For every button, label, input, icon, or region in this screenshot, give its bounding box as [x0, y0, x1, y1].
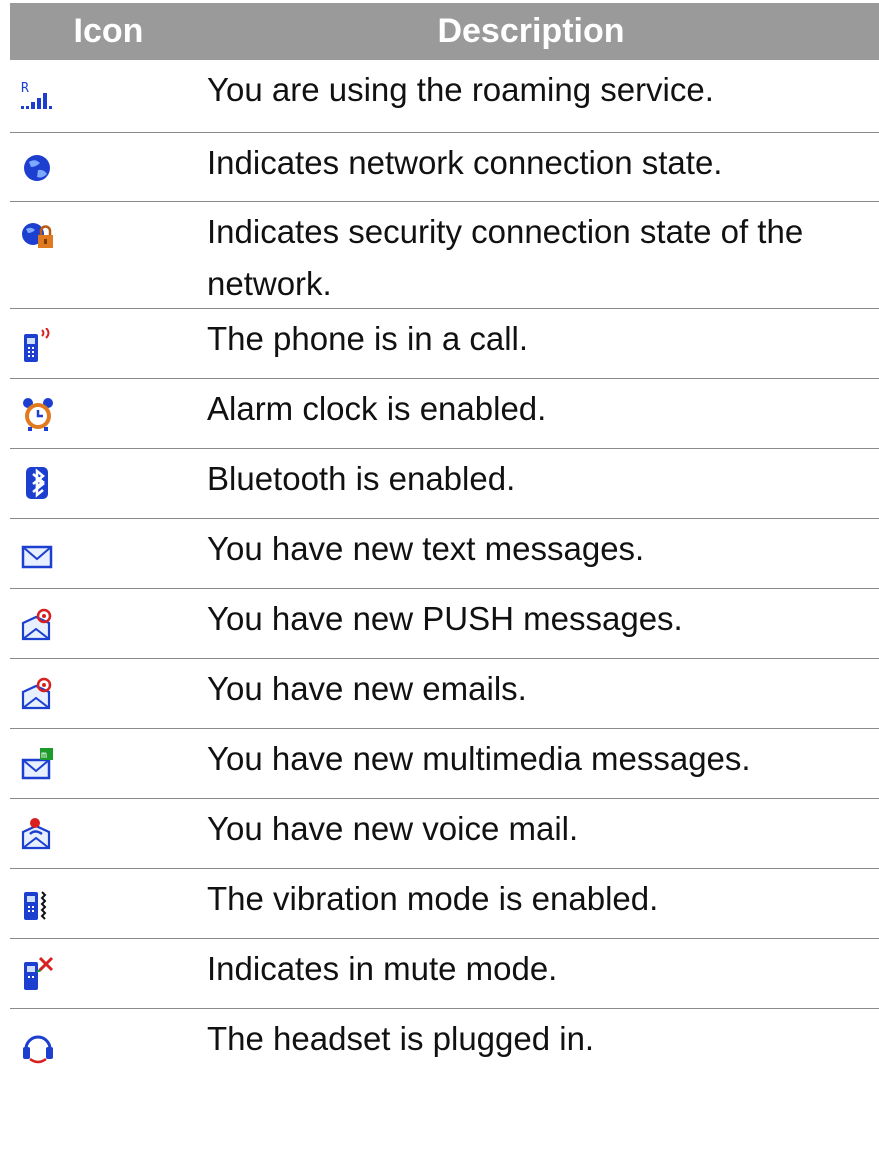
svg-text:m: m: [41, 750, 47, 761]
row-description: You have new multimedia messages.: [207, 740, 751, 777]
table-row: Indicates security connection state of t…: [10, 202, 879, 309]
table-row: The phone is in a call.: [10, 309, 879, 379]
table-row: The vibration mode is enabled.: [10, 869, 879, 939]
voice-mail-icon: [21, 818, 51, 850]
table-row: You have new emails.: [10, 659, 879, 729]
row-description: Indicates security connection state of t…: [207, 213, 804, 302]
mute-mode-icon: [24, 956, 54, 990]
row-description: The vibration mode is enabled.: [207, 880, 659, 917]
table-row: You have new text messages.: [10, 519, 879, 589]
secure-network-connection-icon: [22, 223, 53, 248]
table-row: The headset is plugged in.: [10, 1009, 879, 1079]
row-description: Indicates network connection state.: [207, 144, 723, 181]
header-description-column: Description: [437, 12, 625, 50]
table-row: m You have new multimedia messages.: [10, 729, 879, 799]
table-row: Bluetooth is enabled.: [10, 449, 879, 519]
bluetooth-icon: [26, 467, 48, 499]
header-icon-column: Icon: [73, 12, 144, 50]
table-row: Alarm clock is enabled.: [10, 379, 879, 449]
phone-in-call-icon: [24, 328, 50, 362]
row-description: You are using the roaming service.: [207, 71, 714, 108]
row-description: You have new emails.: [207, 670, 527, 707]
svg-text:R: R: [21, 81, 29, 96]
table-header: Icon Description: [10, 3, 879, 60]
row-description: Alarm clock is enabled.: [207, 390, 547, 427]
alarm-clock-icon: [23, 398, 53, 431]
roaming-icon: R: [21, 81, 52, 109]
network-connection-icon: [24, 155, 50, 181]
vibration-mode-icon: [24, 891, 47, 920]
table-row: Indicates network connection state.: [10, 133, 879, 202]
table-row: You have new PUSH messages.: [10, 589, 879, 659]
multimedia-message-icon: m: [21, 748, 53, 780]
row-description: You have new PUSH messages.: [207, 600, 683, 637]
table-row: R You are using the roaming service.: [10, 60, 879, 133]
row-description: You have new voice mail.: [207, 810, 579, 847]
table-row: Indicates in mute mode.: [10, 939, 879, 1009]
table-row: You have new voice mail.: [10, 799, 879, 869]
headset-icon: [23, 1035, 53, 1064]
email-icon: [21, 677, 52, 710]
text-message-icon: [21, 545, 53, 569]
push-message-icon: [21, 608, 52, 641]
row-description: Indicates in mute mode.: [207, 950, 558, 987]
row-description: The headset is plugged in.: [207, 1020, 595, 1057]
status-icon-table: Icon Description R You are using the roa…: [10, 3, 879, 1079]
row-description: Bluetooth is enabled.: [207, 460, 516, 497]
row-description: The phone is in a call.: [207, 320, 529, 357]
row-description: You have new text messages.: [207, 530, 645, 567]
